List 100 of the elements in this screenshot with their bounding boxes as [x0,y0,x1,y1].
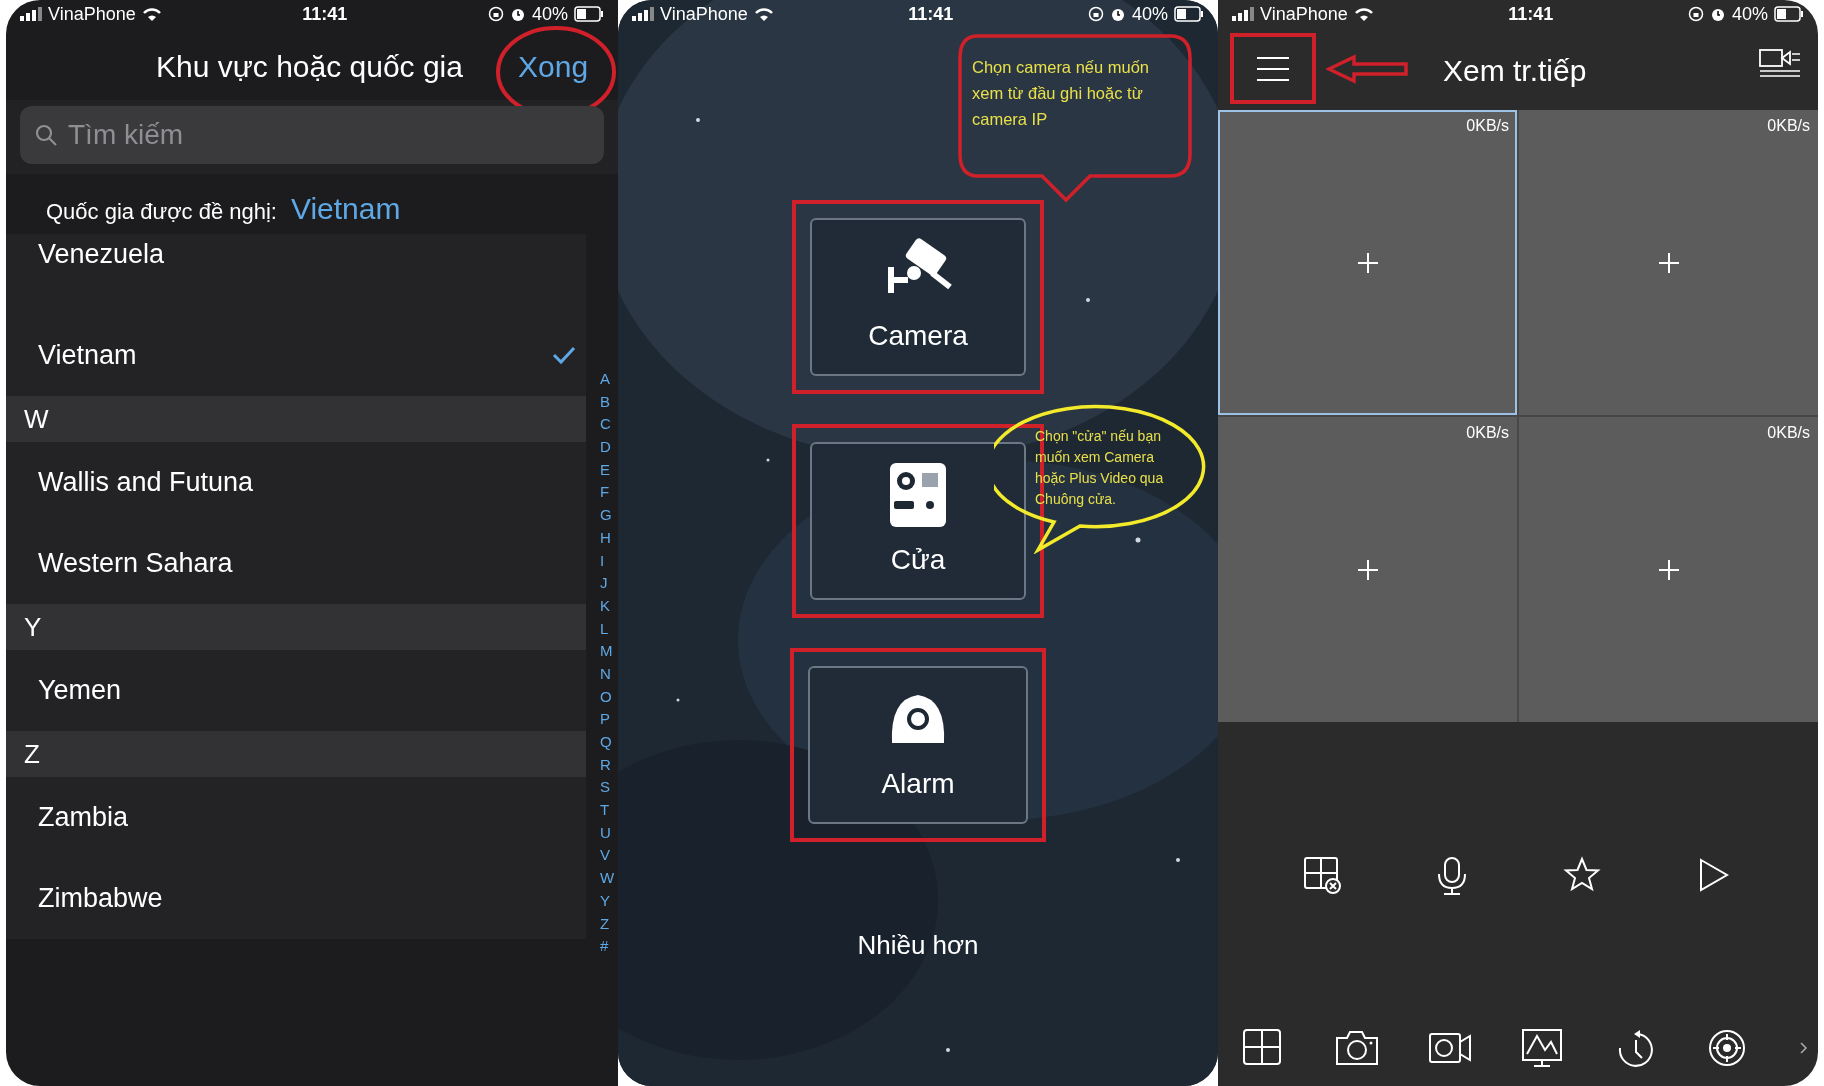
alarm-icon [509,6,526,22]
index-letter[interactable]: L [600,617,615,641]
index-letter[interactable]: O [600,685,615,709]
country-name: Western Sahara [38,547,233,581]
toolbar-button[interactable] [1521,1028,1565,1068]
video-cell[interactable]: 0KB/s [1218,417,1517,722]
chevron-right-icon [1800,1042,1808,1054]
country-row[interactable]: Yemen [6,650,586,731]
country-name: Wallis and Futuna [38,466,254,500]
battery-icon [1174,6,1204,22]
battery-percent: 40% [531,2,568,26]
search-field[interactable]: Tìm kiếm [20,106,604,164]
bitrate-label: 0KB/s [1767,116,1810,136]
alarm-icon [1709,6,1726,22]
camera-icon [1335,1028,1379,1068]
index-letter[interactable]: U [600,821,615,845]
wifi-icon [1353,6,1374,22]
index-letter[interactable]: Y [600,889,615,913]
signal-icon [1232,7,1254,21]
country-name: Zimbabwe [38,882,163,916]
country-name: Venezuela [38,238,165,271]
index-letter[interactable]: # [600,935,615,958]
country-row[interactable]: Vietnam [6,315,586,396]
index-letter[interactable]: K [600,594,615,618]
section-header: Z [6,731,586,777]
country-name: Vietnam [38,339,137,373]
section-header: Y [6,604,586,650]
index-letter[interactable]: E [600,458,615,482]
plus-icon [1657,558,1680,581]
index-letter[interactable]: A [600,368,615,391]
index-letter[interactable]: W [600,867,615,890]
suggested-label: Quốc gia được đề nghị: [46,198,277,226]
index-letter[interactable]: S [600,776,615,800]
video-cell[interactable]: 0KB/s [1218,110,1517,415]
index-letter[interactable]: R [600,753,615,777]
country-row[interactable]: Zimbabwe [6,858,586,939]
country-row[interactable]: Western Sahara [6,523,586,604]
signal-icon [632,7,654,21]
bitrate-label: 0KB/s [1767,423,1810,443]
intercom-icon [890,463,946,527]
index-letter[interactable]: M [600,640,615,663]
plus-icon [1657,251,1680,274]
section-header: W [6,396,586,442]
clock-time: 11:41 [908,2,954,26]
video-list-icon [1758,48,1802,78]
search-icon [34,123,58,147]
alarm-icon [1109,6,1126,22]
country-name: Zambia [38,801,129,835]
menu-icon [1255,54,1291,83]
index-letter[interactable]: P [600,708,615,731]
toolbar-button[interactable] [1335,1028,1379,1068]
carrier-name: VinaPhone [48,2,136,26]
country-row[interactable]: Venezuela [6,234,586,315]
wifi-icon [141,6,162,22]
index-letter[interactable]: I [600,549,615,573]
index-letter[interactable]: N [600,662,615,686]
index-letter[interactable]: Q [600,731,615,754]
more-link[interactable]: Nhiều hơn [857,926,979,965]
index-letter[interactable]: G [600,504,615,527]
plus-icon [1356,251,1379,274]
callout-text: Chọn camera nếu muốn xem từ đầu ghi hoặc từ camera IP [972,57,1151,130]
plus-icon [1356,558,1379,581]
wifi-icon [753,6,774,22]
battery-percent: 40% [1131,2,1168,26]
clock-time: 11:41 [302,2,348,26]
index-letter[interactable]: F [600,481,615,505]
rotation-lock-icon [1687,6,1704,22]
index-letter[interactable]: J [600,572,615,595]
bitrate-label: 0KB/s [1466,423,1509,443]
video-cell[interactable]: 0KB/s [1519,417,1818,722]
index-letter[interactable]: Z [600,912,615,936]
index-letter[interactable]: H [600,526,615,550]
bitrate-label: 0KB/s [1466,116,1509,136]
rotation-lock-icon [1087,6,1104,22]
device-type-button[interactable]: Camera [810,218,1026,376]
delete-layout-icon [1303,856,1343,896]
screen-title: Xem tr.tiếp [1443,53,1587,89]
device-type-button[interactable]: Alarm [808,666,1028,824]
index-letter[interactable]: T [600,799,615,822]
suggested-country-link[interactable]: Vietnam [290,186,401,231]
carrier-name: VinaPhone [1260,2,1348,26]
country-row[interactable]: Wallis and Futuna [6,442,586,523]
toolbar-button[interactable] [1303,856,1343,896]
menu-button[interactable] [1230,33,1316,104]
battery-icon [1774,6,1804,22]
video-cell[interactable]: 0KB/s [1519,110,1818,415]
rotation-lock-icon [487,6,504,22]
index-letter[interactable]: B [600,390,615,414]
country-row[interactable]: Zambia [6,777,586,858]
device-type-button[interactable]: Cửa [810,442,1026,600]
index-letter[interactable]: V [600,844,615,868]
index-letter[interactable]: C [600,413,615,437]
index-letter[interactable]: D [600,436,615,459]
monitor-chart-icon [1521,1028,1565,1068]
screen-title: Khu vực hoặc quốc gia [156,49,463,85]
cctv-camera-icon [888,237,952,293]
battery-percent: 40% [1731,2,1768,26]
country-name: Yemen [38,674,122,708]
signal-icon [20,7,42,21]
battery-icon [574,6,604,22]
